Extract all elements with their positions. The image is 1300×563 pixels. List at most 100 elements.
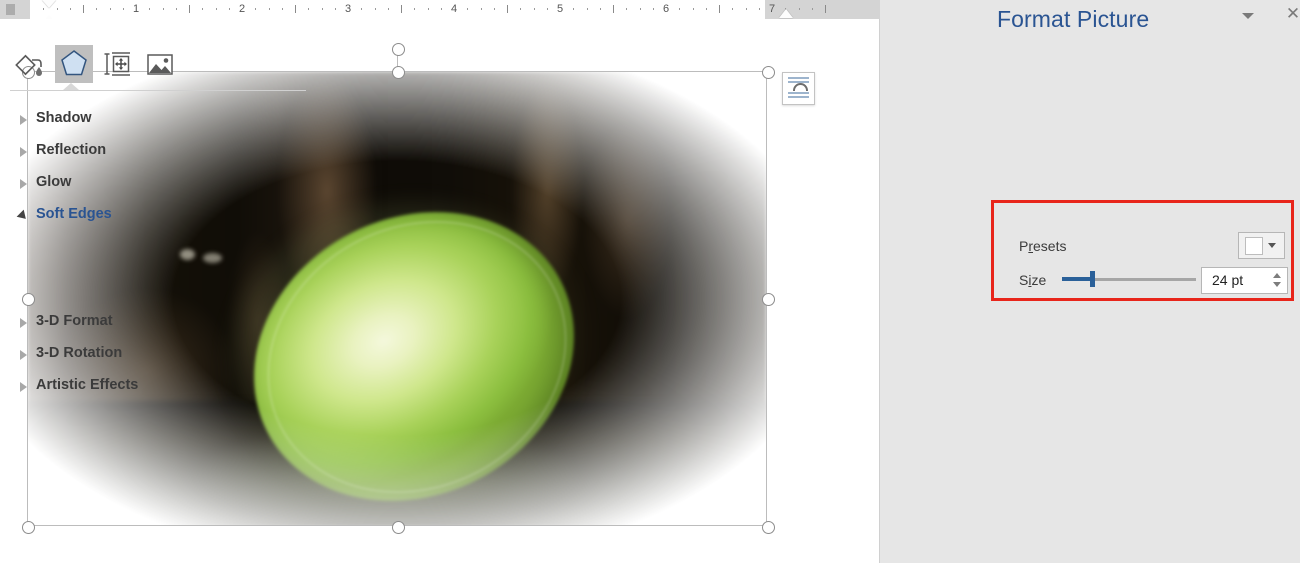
ruler-tick	[229, 8, 230, 10]
ruler-tick	[83, 5, 84, 13]
ruler-tick	[520, 8, 521, 10]
resize-handle-middle-left[interactable]	[22, 293, 35, 306]
fill-line-tab[interactable]	[12, 45, 50, 83]
document-page[interactable]	[0, 19, 880, 563]
chevron-down-icon	[1268, 243, 1276, 248]
section-soft-edges-label: Soft Edges	[36, 206, 112, 222]
ruler-tick	[123, 8, 124, 10]
resize-handle-middle-right[interactable]	[762, 293, 775, 306]
ruler-tick	[494, 8, 495, 10]
section-shadow-label: Shadow	[36, 110, 92, 126]
soft-edges-size-stepper[interactable]: 24 pt	[1201, 267, 1288, 294]
paint-bucket-icon	[12, 45, 50, 83]
size-properties-tab[interactable]	[98, 45, 136, 83]
ruler-tick	[295, 5, 296, 13]
ruler-tick	[746, 8, 747, 10]
stepper-down-icon[interactable]	[1273, 282, 1281, 287]
resize-handle-bottom-left[interactable]	[22, 521, 35, 534]
ruler-tick	[70, 8, 71, 10]
rotation-handle[interactable]	[392, 43, 405, 56]
ruler-tick	[401, 5, 402, 13]
horizontal-ruler[interactable]: 1234567	[0, 0, 880, 20]
layout-options-button[interactable]	[782, 72, 815, 105]
layout-line-4	[788, 96, 809, 98]
section-reflection[interactable]: Reflection	[0, 136, 315, 168]
ruler-number: 5	[557, 2, 563, 17]
ruler-number: 1	[133, 2, 139, 17]
resize-handle-top-right[interactable]	[762, 66, 775, 79]
ruler-tick	[335, 8, 336, 10]
size-label: Size	[1019, 272, 1046, 288]
picture-tab[interactable]	[141, 45, 179, 83]
panel-close-icon[interactable]: ✕	[1285, 6, 1300, 22]
chevron-right-icon	[20, 179, 27, 189]
section-reflection-label: Reflection	[36, 142, 106, 158]
ruler-tick	[216, 8, 217, 10]
ruler-tick	[388, 8, 389, 10]
ruler-tick	[414, 8, 415, 10]
resize-handle-bottom-center[interactable]	[392, 521, 405, 534]
ruler-number: 2	[239, 2, 245, 17]
section-shadow[interactable]: Shadow	[0, 104, 315, 136]
section-artistic-effects-label: Artistic Effects	[36, 377, 138, 393]
ruler-tick	[732, 8, 733, 10]
ruler-number: 3	[345, 2, 351, 17]
ruler-tick	[507, 5, 508, 13]
ruler-tick	[202, 8, 203, 10]
ruler-tick	[269, 8, 270, 10]
resize-handle-top-center[interactable]	[392, 66, 405, 79]
ruler-number: 7	[769, 2, 775, 17]
ruler-tick	[719, 5, 720, 13]
first-line-indent-marker[interactable]	[42, 0, 56, 8]
stepper-up-icon[interactable]	[1273, 273, 1281, 278]
pentagon-effects-icon	[55, 45, 93, 83]
ruler-tick	[96, 8, 97, 10]
right-indent-marker[interactable]	[779, 9, 793, 18]
ruler-tick	[812, 8, 813, 10]
section-3d-format-label: 3-D Format	[36, 313, 113, 329]
chevron-down-icon	[17, 210, 30, 223]
soft-edges-size-slider-thumb[interactable]	[1090, 271, 1095, 287]
panel-title: Format Picture	[997, 6, 1149, 33]
resize-handle-bottom-right[interactable]	[762, 521, 775, 534]
soft-edges-presets-dropdown[interactable]	[1238, 232, 1285, 259]
tab-stop-selector[interactable]	[0, 0, 20, 19]
ruler-tick	[57, 8, 58, 10]
section-3d-rotation[interactable]: 3-D Rotation	[0, 339, 315, 371]
preset-swatch	[1245, 237, 1263, 255]
active-tab-indicator	[63, 83, 79, 90]
chevron-right-icon	[20, 147, 27, 157]
ruler-tick	[43, 8, 44, 10]
ruler-tick	[163, 8, 164, 10]
effects-tab[interactable]	[55, 45, 93, 83]
ruler-tick	[600, 8, 601, 10]
chevron-right-icon	[20, 350, 27, 360]
ruler-strip[interactable]: 1234567	[20, 0, 880, 19]
soft-edges-size-value: 24 pt	[1212, 272, 1243, 288]
panel-tabs	[0, 45, 315, 85]
ruler-number: 4	[451, 2, 457, 17]
ruler-tick	[679, 8, 680, 10]
ruler-tick	[189, 5, 190, 13]
section-soft-edges[interactable]: Soft Edges	[0, 200, 315, 232]
ruler-tick	[441, 8, 442, 10]
ruler-tick	[481, 8, 482, 10]
section-artistic-effects[interactable]: Artistic Effects	[0, 371, 315, 403]
chevron-right-icon	[20, 382, 27, 392]
ruler-tick	[322, 8, 323, 10]
document-background-gap	[880, 0, 986, 563]
ruler-tick	[759, 8, 760, 10]
size-layout-icon	[98, 45, 136, 83]
ruler-tick	[640, 8, 641, 10]
ruler-left-margin	[20, 0, 30, 19]
ruler-tick	[282, 8, 283, 10]
ruler-tick	[547, 8, 548, 10]
section-glow[interactable]: Glow	[0, 168, 315, 200]
ruler-tick	[467, 8, 468, 10]
panel-dropdown-chevron-icon[interactable]	[1242, 13, 1254, 19]
ruler-tick	[706, 8, 707, 10]
ruler-tick	[825, 5, 826, 13]
ruler-tick	[149, 8, 150, 10]
section-3d-format[interactable]: 3-D Format	[0, 307, 315, 339]
chevron-right-icon	[20, 115, 27, 125]
